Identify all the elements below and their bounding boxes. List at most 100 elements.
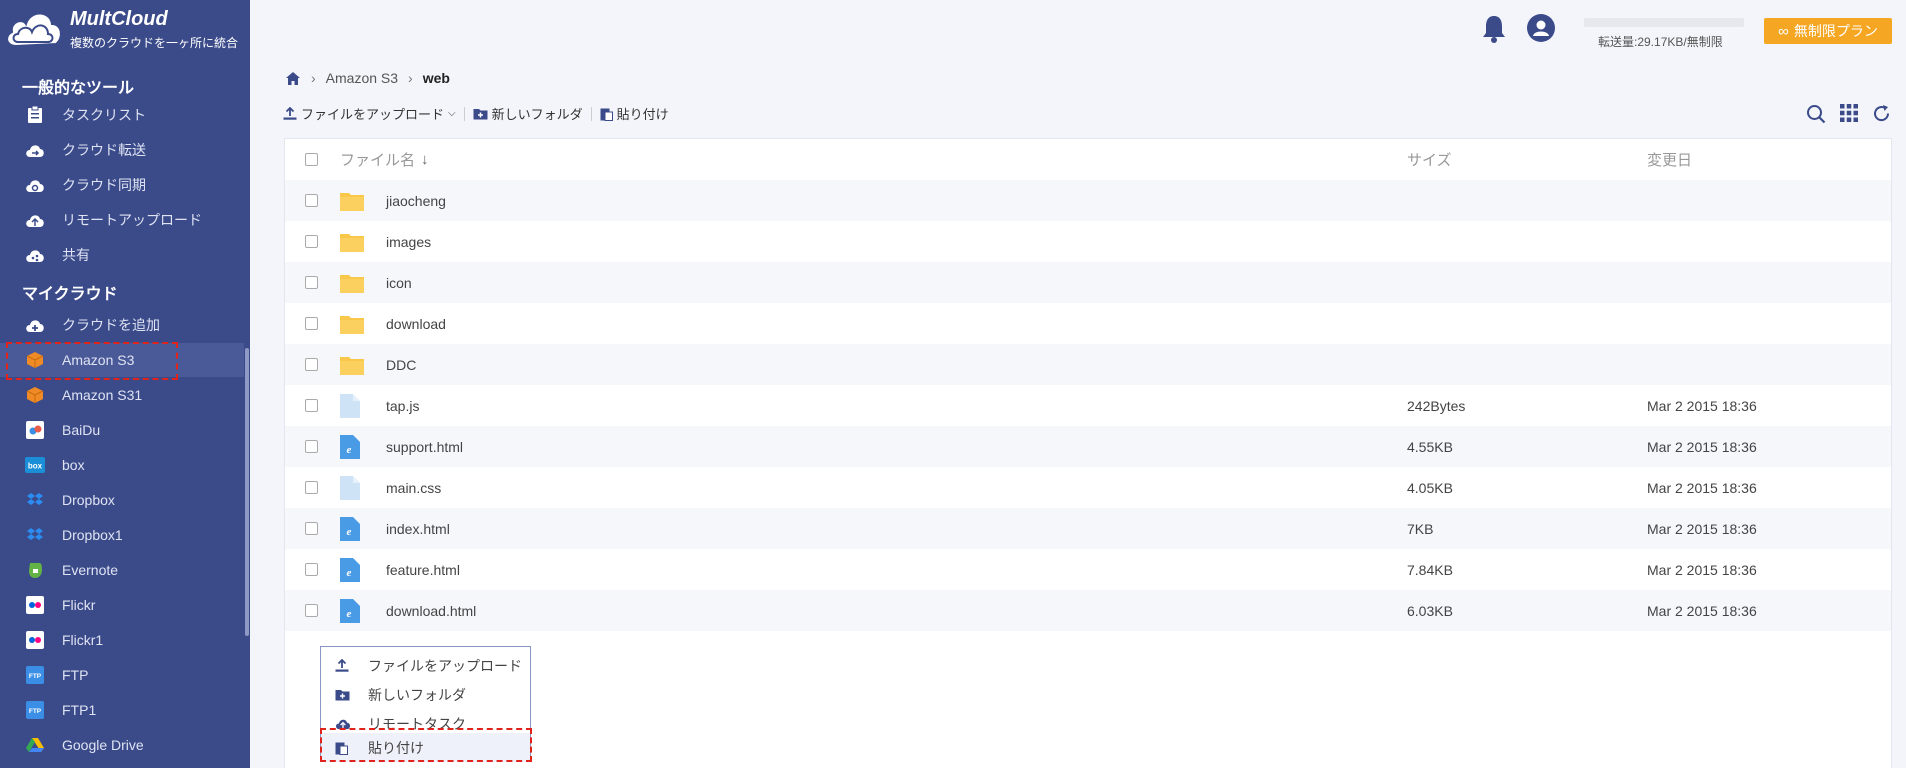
usage-bar [1584,18,1744,27]
file-name[interactable]: jiaocheng [386,193,446,209]
sidebar-item-ftp1[interactable]: FTP FTP1 [0,693,244,727]
sidebar-item-label: box [62,457,85,473]
paste-label: 貼り付け [616,107,669,122]
svg-text:FTP: FTP [29,708,42,715]
file-name[interactable]: icon [386,275,412,291]
row-checkbox[interactable] [305,317,318,330]
table-row[interactable]: icon [285,262,1891,303]
file-name[interactable]: support.html [386,439,463,455]
table-row[interactable]: tap.js 242Bytes Mar 2 2015 18:36 [285,385,1891,426]
file-name[interactable]: main.css [386,480,441,496]
html-file-icon: e [340,598,360,623]
file-name[interactable]: images [386,234,431,250]
context-upload-file[interactable]: ファイルをアップロード [321,651,530,680]
row-checkbox[interactable] [305,440,318,453]
row-checkbox[interactable] [305,194,318,207]
svg-text:e: e [347,526,352,538]
file-name[interactable]: feature.html [386,562,460,578]
row-checkbox[interactable] [305,276,318,289]
file-size: 7KB [1407,520,1434,537]
table-row[interactable]: DDC [285,344,1891,385]
sidebar-item-dropbox1[interactable]: Dropbox1 [0,518,244,552]
svg-text:e: e [347,608,352,620]
sidebar-item-label: Flickr [62,597,96,613]
html-file-icon: e [340,516,360,541]
row-checkbox[interactable] [305,235,318,248]
folder-icon [340,274,364,293]
chevron-down-icon: ⌵ [448,108,456,119]
table-row[interactable]: e support.html 4.55KB Mar 2 2015 18:36 [285,426,1891,467]
dropbox-icon [24,524,46,546]
avatar[interactable] [1527,14,1555,42]
sidebar-item-amazon-s31[interactable]: Amazon S31 [0,378,244,412]
google-drive-icon [24,734,46,756]
row-checkbox[interactable] [305,481,318,494]
logo[interactable]: MultCloud 複数のクラウドを一ヶ所に統合 [0,0,250,58]
paste-button[interactable]: 貼り付け [600,104,669,123]
column-date-header[interactable]: 変更日 [1647,149,1692,170]
table-row[interactable]: e index.html 7KB Mar 2 2015 18:36 [285,508,1891,549]
folder-icon [340,356,364,375]
bell-icon[interactable] [1481,14,1507,44]
sidebar-item-box[interactable]: box box [0,448,244,482]
chevron-right-icon: › [311,70,316,86]
sidebar-item-dropbox[interactable]: Dropbox [0,483,244,517]
row-checkbox[interactable] [305,604,318,617]
file-name[interactable]: DDC [386,357,416,373]
sidebar-item-cloud-sync[interactable]: クラウド同期 [0,168,244,202]
row-checkbox[interactable] [305,563,318,576]
table-row[interactable]: e download.html 6.03KB Mar 2 2015 18:36 [285,590,1891,631]
sidebar-item-remote-upload[interactable]: リモートアップロード [0,203,244,237]
row-checkbox[interactable] [305,522,318,535]
upload-icon [283,107,297,120]
svg-text:FTP: FTP [29,673,42,680]
row-checkbox[interactable] [305,358,318,371]
unlimited-plan-button[interactable]: ∞ 無制限プラン [1764,18,1892,44]
file-name[interactable]: download [386,316,446,332]
baidu-icon [24,419,46,441]
plan-button-label: 無制限プラン [1793,23,1878,39]
column-name-header[interactable]: ファイル名 ↓ [340,149,429,170]
file-date: Mar 2 2015 18:36 [1647,397,1757,414]
sidebar-item-google-drive[interactable]: Google Drive [0,728,244,762]
sidebar-item-baidu[interactable]: BaiDu [0,413,244,447]
new-folder-button[interactable]: 新しいフォルダ [473,104,583,123]
amazon-s3-icon [24,384,46,406]
upload-icon [335,659,349,672]
table-row[interactable]: jiaocheng [285,180,1891,221]
column-size-header[interactable]: サイズ [1407,149,1452,170]
sidebar-scrollbar[interactable] [245,348,249,636]
refresh-icon[interactable] [1872,104,1891,123]
row-checkbox[interactable] [305,399,318,412]
file-name[interactable]: tap.js [386,398,419,414]
highlight-paste [320,728,532,762]
file-name[interactable]: download.html [386,603,476,619]
search-icon[interactable] [1806,104,1826,124]
table-row[interactable]: main.css 4.05KB Mar 2 2015 18:36 [285,467,1891,508]
context-new-folder[interactable]: 新しいフォルダ [321,680,530,709]
share-icon [24,244,46,266]
home-icon[interactable] [285,71,301,86]
sidebar-item-share[interactable]: 共有 [0,238,244,272]
grid-view-icon[interactable] [1840,104,1858,122]
sidebar-item-cloud-transfer[interactable]: クラウド転送 [0,133,244,167]
cloud-transfer-icon [24,139,46,161]
file-date: Mar 2 2015 18:36 [1647,520,1757,537]
add-cloud-button[interactable]: クラウドを追加 [0,308,244,342]
sidebar-item-flickr[interactable]: Flickr [0,588,244,622]
file-name[interactable]: index.html [386,521,450,537]
sidebar-item-ftp[interactable]: FTP FTP [0,658,244,692]
sidebar-item-task-list[interactable]: タスクリスト [0,98,244,132]
table-row[interactable]: download [285,303,1891,344]
sidebar-item-label: BaiDu [62,422,101,438]
table-row[interactable]: e feature.html 7.84KB Mar 2 2015 18:36 [285,549,1891,590]
sidebar-item-evernote[interactable]: Evernote [0,553,244,587]
select-all-checkbox[interactable] [305,153,318,166]
sidebar-item-flickr1[interactable]: Flickr1 [0,623,244,657]
new-folder-icon [335,690,350,701]
svg-text:box: box [28,462,43,471]
upload-file-button[interactable]: ファイルをアップロード ⌵ [283,104,456,123]
table-row[interactable]: images [285,221,1891,262]
breadcrumb-item[interactable]: Amazon S3 [326,70,398,86]
infinity-icon: ∞ [1778,22,1789,40]
